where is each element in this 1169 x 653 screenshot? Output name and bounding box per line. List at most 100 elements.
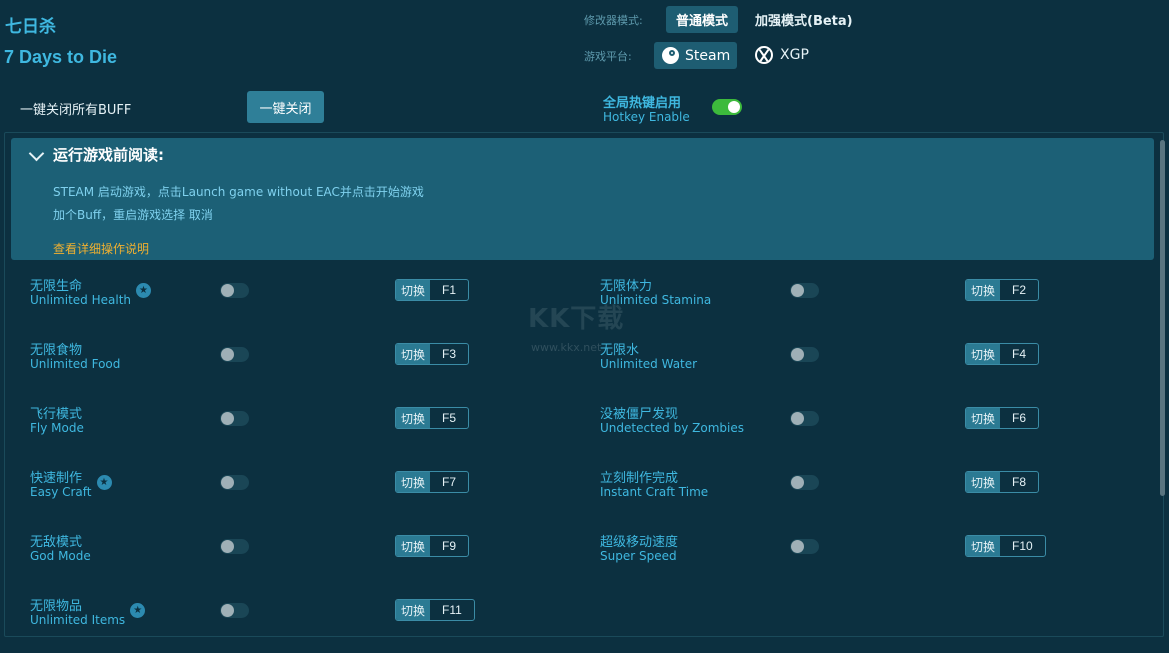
hotkey-key: F9 [442, 539, 457, 553]
game-title-cn: 七日杀 [5, 17, 56, 37]
close-all-buff-button[interactable]: 一键关闭 [247, 91, 324, 123]
cheat-name-en: Instant Craft Time [600, 485, 709, 499]
hotkey-key: F10 [1012, 539, 1033, 553]
notice-title: 运行游戏前阅读: [53, 146, 164, 164]
cheat-toggle[interactable] [790, 347, 819, 362]
cheat-toggle[interactable] [220, 411, 249, 426]
hotkey-button[interactable]: 切换 F9 [395, 535, 470, 557]
cheat-toggle[interactable] [790, 411, 819, 426]
notice-line-1: STEAM 启动游戏，点击Launch game without EAC并点击开… [53, 185, 424, 199]
hotkey-switch-label: 切换 [966, 472, 1001, 492]
hotkey-button[interactable]: 切换 F6 [965, 407, 1040, 429]
cheat-name-cn: 无限食物 [30, 343, 83, 358]
cheat-toggle[interactable] [220, 603, 249, 618]
hotkey-button[interactable]: 切换 F2 [965, 279, 1040, 301]
platform-steam-button[interactable]: Steam [654, 42, 737, 69]
toggle-knob [791, 348, 804, 361]
hotkey-switch-label: 切换 [396, 408, 431, 428]
cheat-name-en: Unlimited Water [600, 357, 698, 371]
toggle-knob [221, 348, 234, 361]
hotkey-switch-label: 切换 [966, 344, 1001, 364]
cheat-name-en: Unlimited Health [30, 293, 132, 307]
cheat-name-cn: 立刻制作完成 [600, 471, 679, 486]
hotkey-key: F4 [1012, 347, 1027, 361]
cheat-name-cn: 无敌模式 [30, 535, 83, 550]
platform-xgp-label: XGP [780, 47, 809, 63]
hotkey-button[interactable]: 切换 F1 [395, 279, 470, 301]
toggle-knob [728, 101, 740, 113]
hotkey-key: F5 [442, 411, 457, 425]
hotkey-button[interactable]: 切换 F8 [965, 471, 1040, 493]
hotkey-key: F11 [442, 603, 462, 617]
cheat-name-cn: 没被僵尸发现 [600, 407, 679, 422]
cheat-toggle[interactable] [790, 539, 819, 554]
xbox-icon [755, 46, 773, 64]
notice-detail-link[interactable]: 查看详细操作说明 [53, 240, 149, 257]
hotkey-key: F3 [442, 347, 457, 361]
mode-label: 修改器模式: [584, 14, 643, 27]
close-all-buff-label: 一键关闭所有BUFF [20, 103, 132, 118]
watermark-url: www.kkx.net [531, 341, 602, 354]
hotkey-switch-label: 切换 [396, 280, 431, 300]
cheat-name-en: God Mode [30, 549, 91, 563]
notice-panel: 运行游戏前阅读: STEAM 启动游戏，点击Launch game withou… [11, 138, 1154, 260]
hotkey-button[interactable]: 切换 F11 [395, 599, 475, 621]
hotkey-key: F1 [442, 283, 457, 297]
hotkey-switch-label: 切换 [396, 536, 431, 556]
chevron-down-icon[interactable] [28, 145, 45, 162]
hotkey-switch-label: 切换 [966, 408, 1001, 428]
hotkey-button[interactable]: 切换 F3 [395, 343, 470, 365]
toggle-knob [221, 284, 234, 297]
cheat-name-cn: 快速制作 [30, 471, 83, 486]
cheat-name-en: Undetected by Zombies [600, 421, 744, 435]
hotkey-button[interactable]: 切换 F5 [395, 407, 470, 429]
cheat-name-cn: 无限水 [600, 343, 640, 358]
hotkey-button[interactable]: 切换 F4 [965, 343, 1040, 365]
cheat-toggle[interactable] [220, 539, 249, 554]
hotkey-switch-label: 切换 [396, 472, 431, 492]
cheat-toggle[interactable] [790, 475, 819, 490]
cheat-toggle[interactable] [220, 347, 249, 362]
cheat-name-en: Unlimited Food [30, 357, 121, 371]
toggle-knob [221, 540, 234, 553]
toggle-knob [791, 412, 804, 425]
cheat-name-cn: 飞行模式 [30, 407, 83, 422]
steam-icon [662, 47, 679, 64]
toggle-knob [221, 604, 234, 617]
hotkey-enable-label-en: Hotkey Enable [603, 110, 690, 124]
cheat-name-cn: 无限物品 [30, 599, 83, 614]
hotkey-key: F6 [1012, 411, 1027, 425]
hotkey-switch-label: 切换 [966, 280, 1001, 300]
cheat-name-cn: 无限体力 [600, 279, 653, 294]
hotkey-switch-label: 切换 [396, 344, 431, 364]
hotkey-switch-label: 切换 [396, 600, 431, 620]
mode-normal-button[interactable]: 普通模式 [666, 6, 738, 33]
hotkey-key: F2 [1012, 283, 1027, 297]
hotkey-key: F8 [1012, 475, 1027, 489]
toggle-knob [791, 476, 804, 489]
toggle-knob [221, 412, 234, 425]
cheat-name-cn: 无限生命 [30, 279, 83, 294]
toggle-knob [221, 476, 234, 489]
cheat-toggle[interactable] [220, 283, 249, 298]
cheat-name-cn: 超级移动速度 [600, 535, 679, 550]
cheat-name-en: Unlimited Stamina [600, 293, 712, 307]
star-icon: ★ [96, 475, 112, 490]
cheat-toggle[interactable] [790, 283, 819, 298]
notice-line-2: 加个Buff，重启游戏选择 取消 [53, 208, 213, 222]
cheat-toggle[interactable] [220, 475, 249, 490]
hotkey-enable-toggle[interactable] [712, 99, 742, 115]
hotkey-enable-label-cn: 全局热键启用 [603, 96, 682, 111]
hotkey-switch-label: 切换 [966, 536, 1001, 556]
game-title-en: 7 Days to Die [4, 47, 118, 67]
hotkey-button[interactable]: 切换 F10 [965, 535, 1046, 557]
hotkey-key: F7 [442, 475, 457, 489]
platform-xgp-button[interactable]: XGP [755, 46, 809, 64]
star-icon: ★ [136, 283, 152, 298]
toggle-knob [791, 540, 804, 553]
hotkey-button[interactable]: 切换 F7 [395, 471, 470, 493]
platform-label: 游戏平台: [584, 50, 632, 63]
scrollbar-thumb[interactable] [1160, 140, 1165, 496]
toggle-knob [791, 284, 804, 297]
mode-enhanced-button[interactable]: 加强模式(Beta) [755, 10, 853, 29]
